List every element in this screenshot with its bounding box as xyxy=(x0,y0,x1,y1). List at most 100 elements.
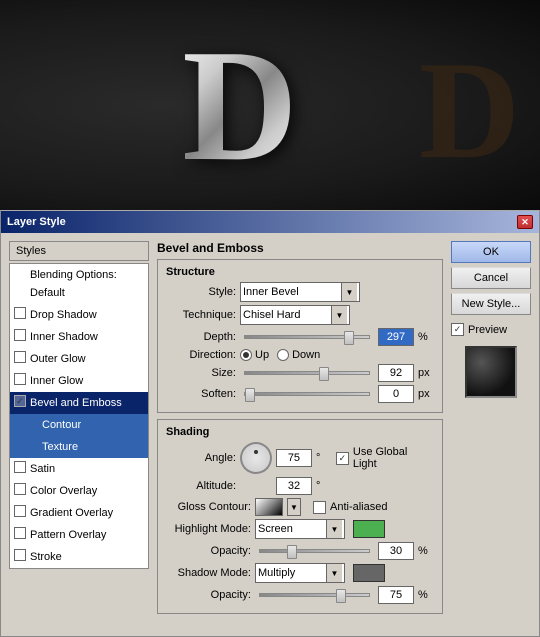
soften-slider[interactable] xyxy=(244,392,370,396)
satin-checkbox[interactable] xyxy=(14,461,26,473)
blending-options-item[interactable]: Blending Options: Default xyxy=(10,264,148,304)
new-style-button[interactable]: New Style... xyxy=(451,293,531,315)
highlight-color-swatch[interactable] xyxy=(353,520,385,538)
highlight-opacity-unit: % xyxy=(418,545,434,557)
shadow-opacity-unit: % xyxy=(418,589,434,601)
pattern-overlay-checkbox[interactable] xyxy=(14,527,26,539)
technique-select[interactable]: Chisel Hard ▼ xyxy=(240,305,350,325)
structure-title: Structure xyxy=(166,266,434,278)
anti-aliased-row[interactable]: Anti-aliased xyxy=(313,501,387,514)
altitude-degree: ° xyxy=(316,480,332,492)
anti-aliased-checkbox[interactable] xyxy=(313,501,326,514)
preview-thumbnail xyxy=(465,346,517,398)
drop-shadow-checkbox[interactable] xyxy=(14,307,26,319)
color-overlay-checkbox[interactable] xyxy=(14,483,26,495)
direction-down-option[interactable]: Down xyxy=(277,349,320,361)
depth-unit: % xyxy=(418,331,434,343)
angle-label: Angle: xyxy=(166,452,236,464)
styles-header[interactable]: Styles xyxy=(9,241,149,261)
depth-input[interactable] xyxy=(378,328,414,346)
technique-label: Technique: xyxy=(166,309,236,321)
technique-select-arrow: ▼ xyxy=(331,306,347,324)
gradient-overlay-checkbox[interactable] xyxy=(14,505,26,517)
highlight-opacity-thumb xyxy=(287,545,297,559)
altitude-row: Altitude: ° xyxy=(166,477,434,495)
inner-shadow-checkbox[interactable] xyxy=(14,329,26,341)
shadow-opacity-thumb xyxy=(336,589,346,603)
dialog-title-text: Layer Style xyxy=(7,216,66,228)
direction-up-option[interactable]: Up xyxy=(240,349,269,361)
button-panel: OK Cancel New Style... Preview xyxy=(451,241,531,628)
size-unit: px xyxy=(418,367,434,379)
left-item-stroke[interactable]: Stroke xyxy=(10,546,148,568)
size-slider[interactable] xyxy=(244,371,370,375)
section-title: Bevel and Emboss xyxy=(157,241,443,255)
size-slider-thumb xyxy=(319,367,329,381)
direction-radio-group: Up Down xyxy=(240,349,320,361)
stroke-checkbox[interactable] xyxy=(14,549,26,561)
angle-row: Angle: ° Use Global Light xyxy=(166,442,434,474)
angle-input[interactable] xyxy=(276,449,312,467)
left-item-color-overlay[interactable]: Color Overlay xyxy=(10,480,148,502)
left-item-texture[interactable]: Texture xyxy=(10,436,148,458)
direction-up-radio[interactable] xyxy=(240,349,252,361)
shadow-color-swatch[interactable] xyxy=(353,564,385,582)
left-item-gradient-overlay[interactable]: Gradient Overlay xyxy=(10,502,148,524)
inner-glow-checkbox[interactable] xyxy=(14,373,26,385)
left-item-outer-glow[interactable]: Outer Glow xyxy=(10,348,148,370)
style-select-arrow: ▼ xyxy=(341,283,357,301)
gloss-contour-row: Gloss Contour: ▼ Anti-aliased xyxy=(166,498,434,516)
depth-row: Depth: % xyxy=(166,328,434,346)
global-light-checkbox[interactable] xyxy=(336,452,349,465)
altitude-input[interactable] xyxy=(276,477,312,495)
direction-down-radio[interactable] xyxy=(277,349,289,361)
left-item-drop-shadow[interactable]: Drop Shadow xyxy=(10,304,148,326)
structure-section: Structure Style: Inner Bevel ▼ Technique… xyxy=(157,259,443,413)
preview-checkbox[interactable] xyxy=(451,323,464,336)
altitude-label: Altitude: xyxy=(166,480,236,492)
angle-dial[interactable] xyxy=(240,442,272,474)
technique-row: Technique: Chisel Hard ▼ xyxy=(166,305,434,325)
soften-row: Soften: px xyxy=(166,385,434,403)
highlight-mode-arrow: ▼ xyxy=(326,520,342,538)
left-item-inner-glow[interactable]: Inner Glow xyxy=(10,370,148,392)
cancel-button[interactable]: Cancel xyxy=(451,267,531,289)
left-item-contour[interactable]: Contour xyxy=(10,414,148,436)
soften-input[interactable] xyxy=(378,385,414,403)
left-item-bevel-emboss[interactable]: Bevel and Emboss xyxy=(10,392,148,414)
gloss-contour-arrow[interactable]: ▼ xyxy=(287,498,301,516)
left-item-pattern-overlay[interactable]: Pattern Overlay xyxy=(10,524,148,546)
size-input[interactable] xyxy=(378,364,414,382)
shadow-mode-select[interactable]: Multiply ▼ xyxy=(255,563,345,583)
bevel-emboss-checkbox[interactable] xyxy=(14,395,26,407)
close-button[interactable]: ✕ xyxy=(517,215,533,229)
shadow-opacity-label: Opacity: xyxy=(166,589,251,601)
highlight-mode-label: Highlight Mode: xyxy=(166,523,251,535)
highlight-opacity-slider[interactable] xyxy=(259,549,370,553)
preview-checkbox-row[interactable]: Preview xyxy=(451,323,531,336)
highlight-opacity-row: Opacity: % xyxy=(166,542,434,560)
direction-label: Direction: xyxy=(166,349,236,361)
left-item-satin[interactable]: Satin xyxy=(10,458,148,480)
style-label: Style: xyxy=(166,286,236,298)
ok-button[interactable]: OK xyxy=(451,241,531,263)
depth-slider[interactable] xyxy=(244,335,370,339)
use-global-light-row[interactable]: Use Global Light xyxy=(336,446,434,470)
dial-indicator xyxy=(254,450,258,454)
outer-glow-checkbox[interactable] xyxy=(14,351,26,363)
preview-area: D D xyxy=(0,0,540,210)
highlight-mode-select[interactable]: Screen ▼ xyxy=(255,519,345,539)
preview-letter: D xyxy=(182,13,298,198)
dialog-body: Styles Blending Options: Default Drop Sh… xyxy=(1,233,539,636)
shadow-opacity-input[interactable] xyxy=(378,586,414,604)
shadow-opacity-slider[interactable] xyxy=(259,593,370,597)
highlight-mode-row: Highlight Mode: Screen ▼ xyxy=(166,519,434,539)
preview-bg-letter: D xyxy=(419,30,520,191)
left-panel-list: Blending Options: Default Drop Shadow In… xyxy=(9,263,149,569)
size-label: Size: xyxy=(166,367,236,379)
highlight-opacity-input[interactable] xyxy=(378,542,414,560)
style-select[interactable]: Inner Bevel ▼ xyxy=(240,282,360,302)
style-row: Style: Inner Bevel ▼ xyxy=(166,282,434,302)
gloss-contour-preview[interactable] xyxy=(255,498,283,516)
left-item-inner-shadow[interactable]: Inner Shadow xyxy=(10,326,148,348)
